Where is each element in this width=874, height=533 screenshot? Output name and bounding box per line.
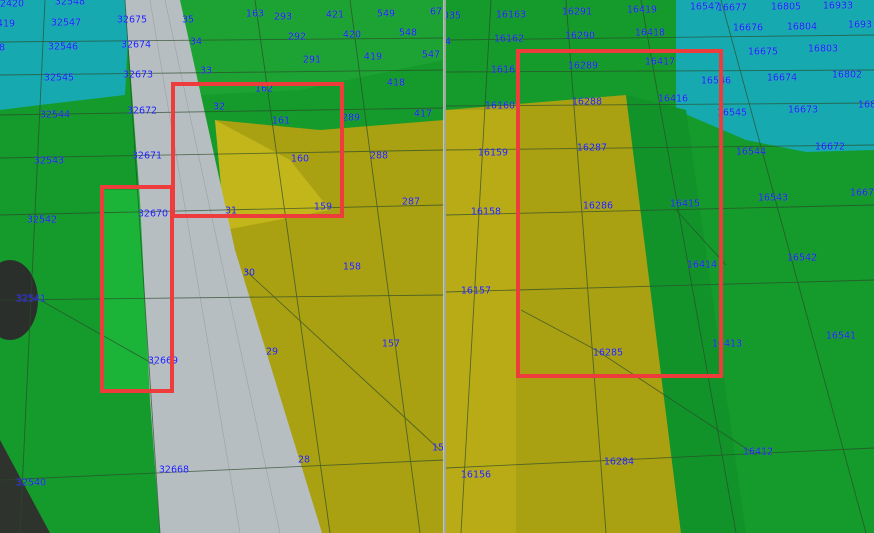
vertex-label: 16674	[766, 72, 798, 84]
vertex-label: 420	[342, 29, 362, 41]
vertex-label: 30	[242, 267, 256, 279]
selection-box[interactable]	[100, 185, 174, 393]
vertex-label: 417	[413, 108, 433, 120]
vertex-label: 16158	[470, 206, 502, 218]
vertex-label: 293	[273, 11, 293, 23]
vertex-label: 16676	[732, 22, 764, 34]
vertex-label: 32543	[33, 155, 65, 167]
vertex-label: 32542	[26, 214, 58, 226]
vertex-label: 32674	[120, 39, 152, 51]
vertex-label: 16803	[807, 43, 839, 55]
vertex-label: 418	[386, 77, 406, 89]
vertex-label: 32673	[122, 69, 154, 81]
vertex-label: 16159	[477, 147, 509, 159]
vertex-label: 158	[342, 261, 362, 273]
vertex-label: 16675	[747, 46, 779, 58]
vertex-label: 16804	[786, 21, 818, 33]
vertex-label: 419	[0, 18, 16, 30]
vertex-label: 16290	[564, 30, 596, 42]
vertex-label: 67	[429, 6, 443, 18]
vertex-label: 16541	[825, 330, 857, 342]
vertex-label: 16284	[603, 456, 635, 468]
vertex-label: 16162	[493, 33, 525, 45]
vertex-label: 4	[446, 36, 452, 48]
vertex-label: 157	[381, 338, 401, 350]
vertex-label: 32541	[15, 293, 47, 305]
vertex-label: 32546	[47, 41, 79, 53]
vertex-label: 8	[0, 42, 6, 54]
left-3d-view[interactable]: 2420 32548 32675 419 32547 8 32546 32674…	[0, 0, 444, 533]
vertex-label: 32547	[50, 17, 82, 29]
vertex-label: 16163	[495, 9, 527, 21]
vertex-label: 16542	[786, 252, 818, 264]
vertex-label: 16543	[757, 192, 789, 204]
vertex-label: 28	[297, 454, 311, 466]
vertex-label: 16673	[787, 104, 819, 116]
vertex-label: 16677	[716, 2, 748, 14]
vertex-label: 16419	[626, 4, 658, 16]
vertex-label: 35	[181, 14, 195, 26]
vertex-label: 32548	[54, 0, 86, 8]
vertex-label: 548	[398, 27, 418, 39]
vertex-label: 32675	[116, 14, 148, 26]
vertex-label: 32672	[126, 105, 158, 117]
vertex-label: 33	[199, 65, 213, 77]
vertex-label: 16802	[831, 69, 863, 81]
vertex-label: 16547	[689, 1, 721, 13]
vertex-label: 16805	[770, 1, 802, 13]
vertex-label: 32545	[43, 72, 75, 84]
vertex-label: 288	[369, 150, 389, 162]
vertex-label: 32544	[39, 109, 71, 121]
vertex-label: 16157	[460, 285, 492, 297]
right-3d-view[interactable]: 035 4 16163 16162 16161 16160 16159 1615…	[446, 0, 874, 533]
vertex-label: 547	[421, 49, 441, 61]
vertex-label: 163	[245, 8, 265, 20]
vertex-label: 34	[189, 36, 203, 48]
vertex-label: 16418	[634, 27, 666, 39]
vertex-label: 168	[857, 99, 874, 111]
vertex-label: 292	[287, 31, 307, 43]
vertex-label: 32671	[131, 150, 163, 162]
vertex-label: 16544	[735, 146, 767, 158]
terrain-viewport[interactable]: 2420 32548 32675 419 32547 8 32546 32674…	[0, 0, 874, 533]
vertex-label: 035	[446, 10, 462, 22]
selection-box[interactable]	[516, 49, 723, 378]
vertex-label: 16672	[814, 141, 846, 153]
vertex-label: 289	[341, 112, 361, 124]
vertex-label: 1667	[849, 187, 874, 199]
selection-box[interactable]	[171, 82, 344, 218]
vertex-label: 549	[376, 8, 396, 20]
vertex-label: 29	[265, 346, 279, 358]
vertex-label: 1693	[847, 19, 873, 31]
vertex-label: 16412	[742, 446, 774, 458]
vertex-label: 32668	[158, 464, 190, 476]
vertex-label: 16933	[822, 0, 854, 12]
vertex-label: 421	[325, 9, 345, 21]
vertex-label: 16156	[460, 469, 492, 481]
vertex-label: 16160	[484, 100, 516, 112]
vertex-label: 16291	[561, 6, 593, 18]
vertex-label: 32540	[15, 477, 47, 489]
vertex-label: 419	[363, 51, 383, 63]
vertex-label: 287	[401, 196, 421, 208]
vertex-label: 291	[302, 54, 322, 66]
vertex-label: 2420	[0, 0, 25, 10]
